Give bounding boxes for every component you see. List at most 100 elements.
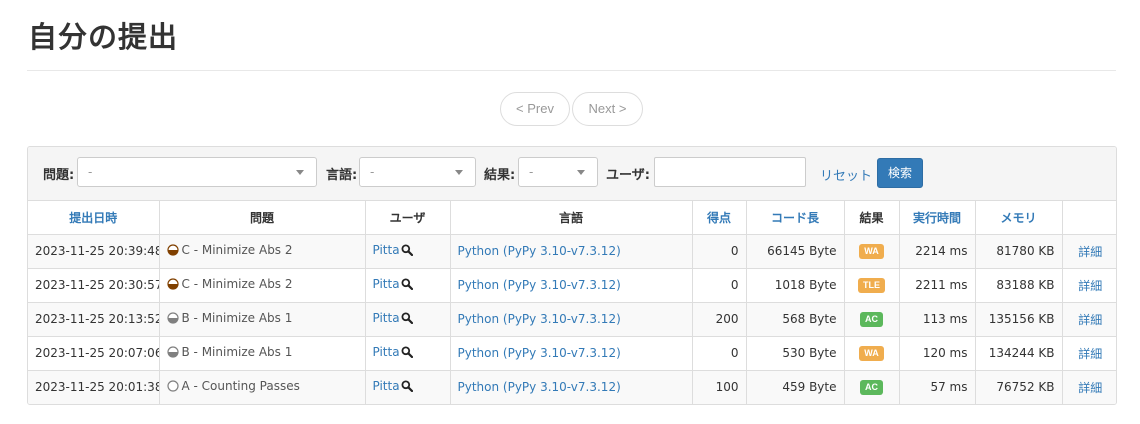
language-link[interactable]: Python (PyPy 3.10-v7.3.12): [458, 278, 621, 292]
table-row: 2023-11-25 20:07:06 B - Minimize Abs 1 P…: [28, 336, 1116, 371]
chevron-down-icon: [455, 170, 463, 175]
task-link[interactable]: A - Counting Passes: [182, 379, 300, 393]
task-link[interactable]: C - Minimize Abs 2: [182, 277, 293, 291]
difficulty-circle-icon: [166, 312, 179, 327]
search-button[interactable]: 検索: [877, 158, 923, 188]
task-cell: C - Minimize Abs 2: [159, 268, 366, 303]
task-cell: B - Minimize Abs 1: [159, 302, 366, 337]
code-length: 459 Byte: [746, 370, 845, 404]
submit-time: 2023-11-25 20:30:57: [28, 268, 160, 303]
user-link[interactable]: Pitta: [373, 379, 400, 393]
exec-time: 57 ms: [899, 370, 976, 404]
memory: 135156 KB: [975, 302, 1063, 337]
search-icon[interactable]: [401, 346, 413, 361]
status-badge: AC: [860, 312, 883, 327]
reset-link[interactable]: リセット: [820, 165, 872, 184]
language-cell: Python (PyPy 3.10-v7.3.12): [450, 268, 693, 303]
language-cell: Python (PyPy 3.10-v7.3.12): [450, 302, 693, 337]
status-cell: TLE: [844, 268, 900, 303]
memory: 76752 KB: [975, 370, 1063, 404]
detail-link[interactable]: 詳細: [1078, 347, 1102, 361]
language-link[interactable]: Python (PyPy 3.10-v7.3.12): [458, 380, 621, 394]
code-length: 568 Byte: [746, 302, 845, 337]
chevron-down-icon: [296, 170, 304, 175]
score: 0: [692, 268, 747, 303]
status-badge: WA: [859, 346, 884, 361]
exec-time: 2214 ms: [899, 234, 976, 269]
header-exec-time[interactable]: 実行時間: [899, 201, 976, 235]
submit-time: 2023-11-25 20:07:06: [28, 336, 160, 371]
difficulty-circle-icon: [166, 346, 179, 361]
submissions-panel: 問題: - 言語: - 結果: - ユーザ: リセット 検索 提出日時 問題 ユ…: [27, 146, 1117, 405]
memory: 83188 KB: [975, 268, 1063, 303]
language-cell: Python (PyPy 3.10-v7.3.12): [450, 336, 693, 371]
search-icon[interactable]: [401, 244, 413, 259]
prev-page-button[interactable]: < Prev: [500, 92, 570, 126]
score: 0: [692, 234, 747, 269]
task-filter-label: 問題:: [43, 168, 75, 183]
task-link[interactable]: C - Minimize Abs 2: [182, 243, 293, 257]
search-icon[interactable]: [401, 380, 413, 395]
submit-time: 2023-11-25 20:13:52: [28, 302, 160, 337]
score: 0: [692, 336, 747, 371]
user-cell: Pitta: [365, 234, 451, 269]
task-cell: B - Minimize Abs 1: [159, 336, 366, 371]
search-icon[interactable]: [401, 312, 413, 327]
code-length: 66145 Byte: [746, 234, 845, 269]
user-filter-input[interactable]: [654, 157, 806, 187]
user-link[interactable]: Pitta: [373, 277, 400, 291]
detail-link[interactable]: 詳細: [1078, 279, 1102, 293]
header-detail: [1062, 201, 1116, 235]
detail-cell: 詳細: [1062, 234, 1116, 269]
detail-cell: 詳細: [1062, 336, 1116, 371]
difficulty-circle-icon: [166, 380, 179, 395]
page-title: 自分の提出: [28, 20, 179, 54]
lang-filter-select[interactable]: -: [359, 157, 476, 187]
table-header-row: 提出日時 問題 ユーザ 言語 得点 コード長 結果 実行時間 メモリ: [28, 201, 1116, 235]
header-user: ユーザ: [365, 201, 451, 235]
status-filter-value: -: [529, 165, 534, 179]
user-link[interactable]: Pitta: [373, 311, 400, 325]
language-link[interactable]: Python (PyPy 3.10-v7.3.12): [458, 244, 621, 258]
detail-cell: 詳細: [1062, 370, 1116, 404]
table-row: 2023-11-25 20:30:57 C - Minimize Abs 2 P…: [28, 268, 1116, 303]
header-language: 言語: [450, 201, 693, 235]
user-cell: Pitta: [365, 302, 451, 337]
user-cell: Pitta: [365, 268, 451, 303]
lang-filter-value: -: [370, 165, 375, 179]
submissions-table: 提出日時 問題 ユーザ 言語 得点 コード長 結果 実行時間 メモリ 2023-…: [28, 201, 1116, 404]
user-link[interactable]: Pitta: [373, 243, 400, 257]
title-divider: [27, 70, 1116, 71]
task-link[interactable]: B - Minimize Abs 1: [182, 311, 293, 325]
detail-cell: 詳細: [1062, 302, 1116, 337]
filter-bar: 問題: - 言語: - 結果: - ユーザ: リセット 検索: [28, 147, 1116, 201]
status-filter-select[interactable]: -: [518, 157, 598, 187]
user-cell: Pitta: [365, 336, 451, 371]
code-length: 530 Byte: [746, 336, 845, 371]
task-filter-value: -: [88, 165, 93, 179]
language-link[interactable]: Python (PyPy 3.10-v7.3.12): [458, 346, 621, 360]
language-link[interactable]: Python (PyPy 3.10-v7.3.12): [458, 312, 621, 326]
table-row: 2023-11-25 20:39:48 C - Minimize Abs 2 P…: [28, 234, 1116, 269]
score: 200: [692, 302, 747, 337]
detail-link[interactable]: 詳細: [1078, 381, 1102, 395]
detail-link[interactable]: 詳細: [1078, 245, 1102, 259]
language-cell: Python (PyPy 3.10-v7.3.12): [450, 234, 693, 269]
header-submit-time[interactable]: 提出日時: [28, 201, 160, 235]
memory: 134244 KB: [975, 336, 1063, 371]
status-cell: AC: [844, 370, 900, 404]
header-memory[interactable]: メモリ: [975, 201, 1063, 235]
header-score[interactable]: 得点: [692, 201, 747, 235]
detail-link[interactable]: 詳細: [1078, 313, 1102, 327]
search-icon[interactable]: [401, 278, 413, 293]
status-badge: AC: [860, 380, 883, 396]
next-page-button[interactable]: Next >: [572, 92, 643, 126]
task-filter-select[interactable]: -: [77, 157, 317, 187]
table-row: 2023-11-25 20:13:52 B - Minimize Abs 1 P…: [28, 302, 1116, 337]
task-link[interactable]: B - Minimize Abs 1: [182, 345, 293, 359]
header-code-length[interactable]: コード長: [746, 201, 845, 235]
header-status: 結果: [844, 201, 900, 235]
status-cell: AC: [844, 302, 900, 337]
user-link[interactable]: Pitta: [373, 345, 400, 359]
memory: 81780 KB: [975, 234, 1063, 269]
